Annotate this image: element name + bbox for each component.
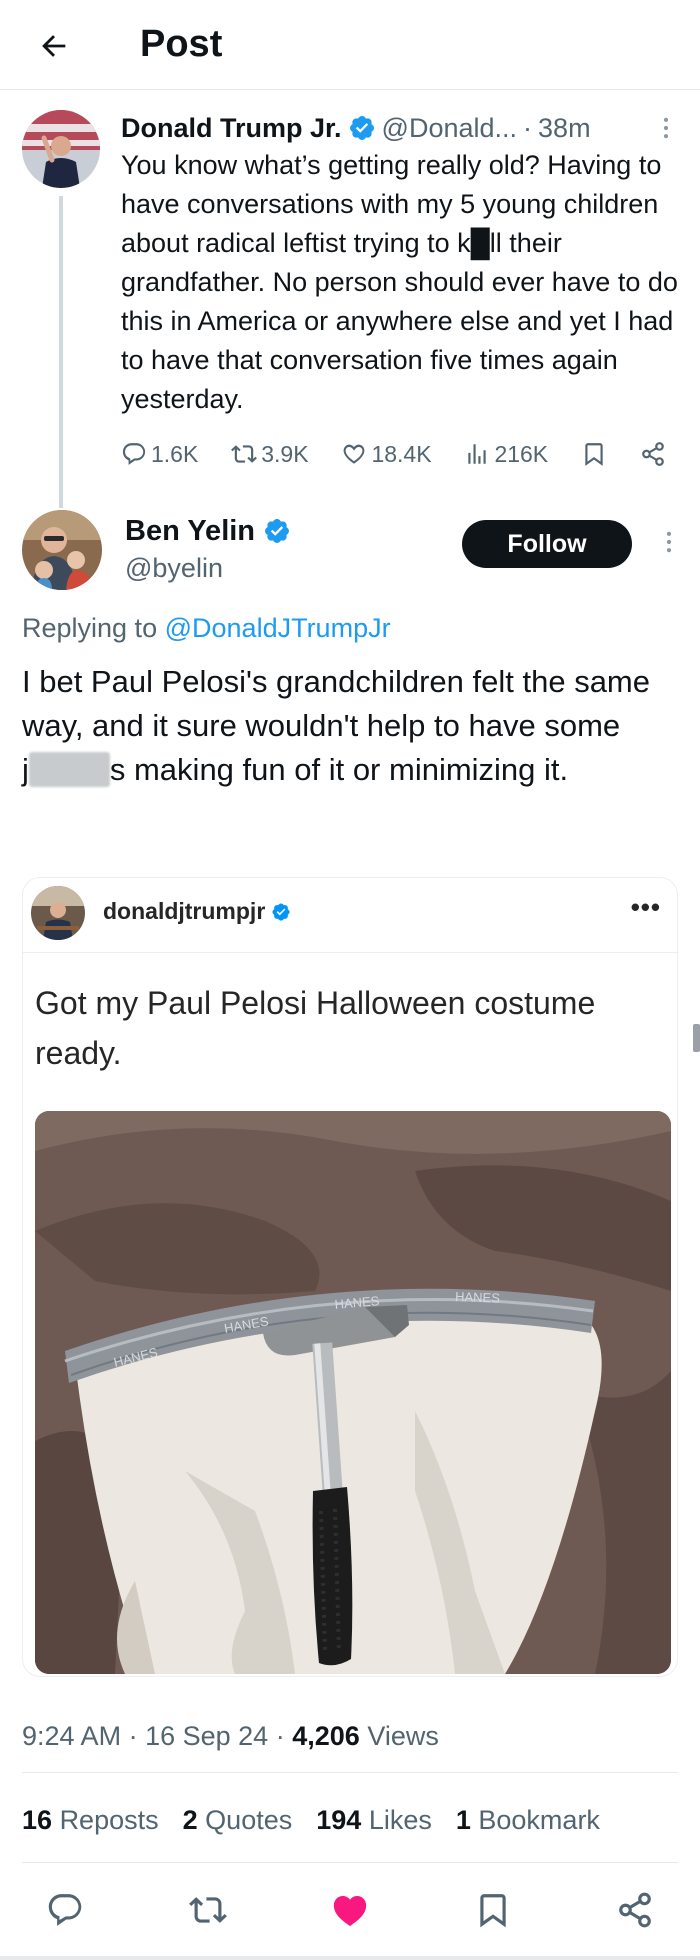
views-icon	[468, 444, 487, 464]
views-label: Views	[367, 1721, 439, 1751]
like-action[interactable]: 18.4K	[341, 440, 432, 468]
quotes-count: 2	[182, 1805, 198, 1835]
verified-badge-icon	[349, 116, 374, 140]
view-count: 4,206	[292, 1721, 360, 1751]
reply-author-handle[interactable]: @byelin	[125, 550, 223, 586]
reply-author-name-row: Ben Yelin	[125, 512, 291, 550]
parent-post-time[interactable]: 38m	[538, 113, 591, 144]
censored-word: ackas	[28, 752, 110, 787]
post-time[interactable]: 9:24 AM	[22, 1721, 121, 1751]
like-filled-icon	[333, 1896, 367, 1926]
parent-author-avatar[interactable]	[22, 110, 100, 188]
like-button[interactable]	[325, 1885, 375, 1935]
post-date[interactable]: 16 Sep 24	[145, 1721, 268, 1751]
reply-button[interactable]	[40, 1885, 90, 1935]
page-title: Post	[140, 23, 223, 65]
back-arrow-icon	[42, 35, 66, 57]
like-count: 18.4K	[371, 440, 432, 467]
share-icon	[619, 1892, 651, 1928]
thread-line	[59, 196, 63, 508]
post-meta: 9:24 AM · 16 Sep 24 · 4,206 Views	[22, 1716, 439, 1756]
reply-action[interactable]: 1.6K	[121, 441, 198, 468]
likes-label: Likes	[368, 1805, 432, 1835]
repost-icon	[188, 1897, 227, 1923]
reply-author-name[interactable]: Ben Yelin	[125, 512, 255, 550]
meta-dot-2: ·	[275, 1721, 285, 1751]
bookmark-icon[interactable]	[581, 441, 607, 467]
bookmark-button[interactable]	[468, 1885, 518, 1935]
scrollbar-thumb[interactable]	[693, 1024, 700, 1052]
embedded-caption: Got my Paul Pelosi Halloween costume rea…	[35, 985, 596, 1071]
follow-button[interactable]: Follow	[462, 520, 632, 568]
separator-dot: ·	[523, 112, 533, 143]
reposts-stat[interactable]: 16 Reposts	[22, 1800, 159, 1840]
parent-post-header: Donald Trump Jr. @Donald... · 38m	[121, 108, 680, 148]
replying-to-link[interactable]: @DonaldJTrumpJr	[165, 613, 391, 643]
reposts-count: 16	[22, 1805, 53, 1835]
more-icon[interactable]	[652, 114, 680, 142]
reply-author-avatar[interactable]	[22, 510, 102, 590]
more-icon[interactable]	[655, 528, 683, 556]
parent-post-text: You know what’s getting really old? Havi…	[121, 150, 678, 414]
share-button[interactable]	[610, 1885, 660, 1935]
divider	[22, 1772, 678, 1773]
repost-button[interactable]	[183, 1885, 233, 1935]
bookmark-icon	[479, 1894, 506, 1928]
verified-badge-icon	[272, 902, 290, 921]
costume-photo: HANES HANES HANES HANES	[35, 1111, 671, 1674]
divider	[22, 1862, 678, 1863]
embedded-post-header: donaldjtrumpjr •••	[23, 878, 677, 953]
back-button[interactable]	[30, 22, 78, 70]
repost-action[interactable]: 3.9K	[231, 440, 309, 468]
reply-text-part-2: s making fun of it or minimizing it.	[109, 752, 569, 787]
bookmarks-count: 1	[455, 1805, 471, 1835]
embedded-username: donaldjtrumpjr	[103, 898, 266, 924]
repost-count: 3.9K	[261, 440, 309, 467]
embedded-post-image[interactable]: donaldjtrumpjr ••• Got my Paul Pelosi Ha…	[22, 877, 678, 1677]
reply-count: 1.6K	[151, 440, 199, 467]
verified-badge-icon	[265, 519, 289, 543]
bookmarks-stat[interactable]: 1 Bookmark	[456, 1800, 600, 1840]
meta-dot-1: ·	[128, 1721, 138, 1751]
embedded-more-icon: •••	[630, 892, 661, 922]
likes-count: 194	[316, 1805, 362, 1835]
parent-author-handle[interactable]: @Donald...	[382, 113, 517, 144]
post-action-bar	[40, 1885, 660, 1935]
likes-stat[interactable]: 194 Likes	[316, 1800, 432, 1840]
replying-to: Replying to @DonaldJTrumpJr	[22, 608, 391, 648]
views-action[interactable]: 216K	[464, 441, 548, 468]
bottom-border	[0, 1956, 700, 1960]
share-icon[interactable]	[640, 441, 666, 467]
embedded-avatar	[31, 886, 85, 940]
embedded-username-row: donaldjtrumpjr	[103, 898, 291, 925]
parent-post-actions: 1.6K 3.9K 18.4K 216K	[121, 436, 666, 472]
like-icon	[344, 444, 365, 464]
replying-to-prefix: Replying to	[22, 613, 158, 643]
engagement-stats: 16 Reposts 2 Quotes 194 Likes 1 Bookmark	[22, 1800, 600, 1840]
views-count: 216K	[494, 440, 549, 467]
repost-icon	[231, 445, 258, 463]
quotes-stat[interactable]: 2 Quotes	[183, 1800, 293, 1840]
reply-icon	[48, 1894, 82, 1926]
reply-post-text: I bet Paul Pelosi's grandchildren felt t…	[22, 660, 682, 792]
waistband-text-4: HANES	[455, 1289, 501, 1306]
quotes-label: Quotes	[205, 1805, 293, 1835]
bookmarks-label: Bookmark	[478, 1805, 600, 1835]
reply-icon	[122, 443, 146, 465]
parent-author-name[interactable]: Donald Trump Jr.	[121, 113, 342, 144]
reposts-label: Reposts	[59, 1805, 159, 1835]
top-bar: Post	[0, 0, 700, 90]
